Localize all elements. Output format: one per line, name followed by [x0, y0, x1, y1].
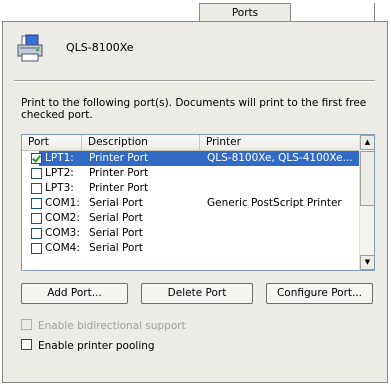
- port-rows: LPT1: Printer Port QLS-8100Xe, QLS-4100Xe.…: [22, 151, 359, 256]
- column-header-description[interactable]: Description: [82, 135, 200, 150]
- scroll-up-button[interactable]: ▲: [360, 135, 374, 150]
- description-cell: Serial Port: [89, 242, 143, 254]
- ports-description: Print to the following port(s). Document…: [21, 97, 367, 121]
- description-cell: Serial Port: [89, 227, 143, 239]
- separator: [14, 80, 375, 82]
- description-cell: Printer Port: [89, 167, 149, 179]
- printer-name: QLS-8100Xe: [66, 41, 134, 54]
- port-cell: COM3:: [45, 227, 80, 239]
- port-list-header: Port Description Printer: [22, 135, 359, 151]
- checkbox-box: [21, 339, 32, 350]
- list-scrollbar[interactable]: ▲ ▼: [359, 135, 374, 270]
- printer-icon: [16, 34, 44, 64]
- port-list[interactable]: Port Description Printer LPT1: Printer Po…: [21, 134, 375, 271]
- scroll-down-button[interactable]: ▼: [360, 255, 374, 270]
- port-cell: COM1:: [45, 197, 80, 209]
- port-checkbox[interactable]: [31, 228, 42, 239]
- description-cell: Serial Port: [89, 197, 143, 209]
- port-row[interactable]: LPT2: Printer Port: [22, 166, 359, 181]
- port-cell: COM2:: [45, 212, 80, 224]
- port-checkbox[interactable]: [31, 168, 42, 179]
- printer-cell: QLS-8100Xe, QLS-4100Xe...: [207, 152, 353, 164]
- printer-pooling-checkbox[interactable]: Enable printer pooling: [21, 339, 155, 353]
- tab-ports[interactable]: Ports: [199, 3, 291, 22]
- delete-port-button[interactable]: Delete Port: [141, 283, 253, 304]
- port-cell: LPT1:: [45, 152, 74, 164]
- port-checkbox[interactable]: [31, 183, 42, 194]
- port-row[interactable]: LPT3: Printer Port: [22, 181, 359, 196]
- port-cell: LPT2:: [45, 167, 74, 179]
- port-cell: COM4:: [45, 242, 80, 254]
- bidirectional-support-checkbox[interactable]: Enable bidirectional support: [21, 319, 186, 333]
- column-header-port[interactable]: Port: [22, 135, 82, 150]
- description-cell: Printer Port: [89, 152, 149, 164]
- port-row[interactable]: COM1: Serial Port Generic PostScript Print…: [22, 196, 359, 211]
- scroll-thumb[interactable]: [360, 151, 374, 206]
- description-cell: Serial Port: [89, 212, 143, 224]
- description-cell: Printer Port: [89, 182, 149, 194]
- port-checkbox[interactable]: [31, 213, 42, 224]
- port-row[interactable]: COM4: Serial Port: [22, 241, 359, 256]
- checkbox-box: [21, 319, 32, 330]
- column-header-printer[interactable]: Printer: [200, 135, 359, 150]
- port-row[interactable]: LPT1: Printer Port QLS-8100Xe, QLS-4100Xe.…: [22, 151, 359, 166]
- port-row[interactable]: COM3: Serial Port: [22, 226, 359, 241]
- bidirectional-support-label: Enable bidirectional support: [38, 320, 186, 332]
- port-checkbox[interactable]: [31, 243, 42, 254]
- tab-divider: [374, 3, 375, 22]
- port-row[interactable]: COM2: Serial Port: [22, 211, 359, 226]
- printer-cell: Generic PostScript Printer: [207, 197, 342, 209]
- port-cell: LPT3:: [45, 182, 74, 194]
- printer-pooling-label: Enable printer pooling: [38, 340, 155, 352]
- configure-port-button[interactable]: Configure Port...: [266, 283, 373, 304]
- port-checkbox[interactable]: [31, 198, 42, 209]
- port-checkbox[interactable]: [31, 153, 42, 164]
- tab-strip: Ports: [0, 0, 391, 22]
- add-port-button[interactable]: Add Port...: [21, 283, 128, 304]
